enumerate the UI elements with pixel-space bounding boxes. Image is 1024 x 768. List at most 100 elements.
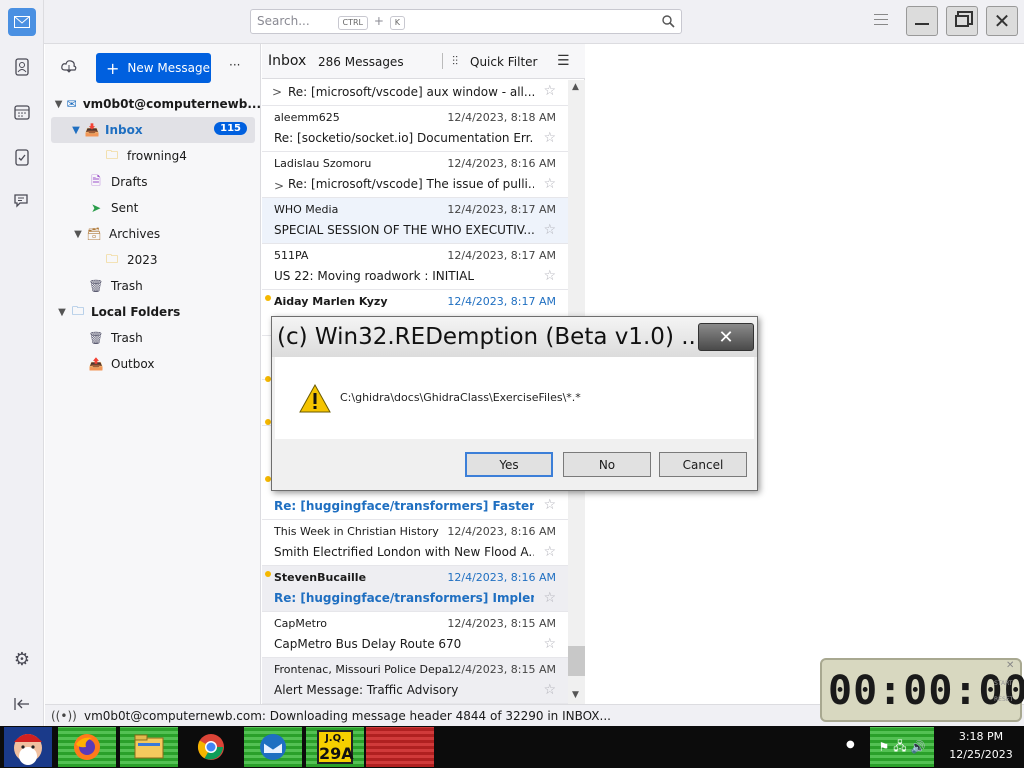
quick-filter-button[interactable]: Quick Filter [470, 55, 537, 69]
outbox-icon: 📤 [88, 357, 104, 371]
chat-button[interactable] [8, 187, 36, 215]
folder-icon: 🗀 [71, 303, 84, 318]
message-row[interactable]: Frontenac, Missouri Police Depa... 12/4/… [262, 658, 568, 704]
minimize-button[interactable] [906, 6, 938, 36]
scroll-up-icon[interactable]: ▲ [572, 82, 579, 92]
message-row[interactable]: This Week in Christian History 12/4/2023… [262, 520, 568, 566]
taskbar-thunderbird[interactable] [244, 727, 302, 767]
folder-trash-label: Trash [111, 279, 143, 293]
account-icon: ✉ [66, 97, 77, 111]
account-row[interactable]: ▼ ✉ vm0b0t@computernewb... [45, 91, 261, 117]
scroll-thumb[interactable] [568, 646, 585, 676]
chrome-icon [197, 734, 224, 760]
taskbar-clock[interactable]: 3:18 PM 12/25/2023 [940, 728, 1022, 764]
message-date: 12/4/2023, 8:16 AM [447, 157, 556, 170]
star-icon[interactable]: ☆ [543, 222, 556, 238]
mail-space-button[interactable] [8, 8, 36, 36]
cancel-button[interactable]: Cancel [659, 452, 747, 477]
start-button[interactable] [4, 727, 52, 767]
system-tray[interactable]: ⚑ 🖧 🔊 [870, 727, 934, 767]
dialog-close-button[interactable]: ✕ [698, 323, 754, 351]
calendar-icon [14, 105, 30, 120]
clock-time: 3:18 PM [958, 730, 1004, 743]
message-date: 12/4/2023, 8:17 AM [447, 249, 556, 262]
folder-frowning4-label: frowning4 [127, 149, 187, 163]
collapse-spaces-button[interactable] [8, 690, 36, 718]
scroll-down-icon[interactable]: ▼ [572, 690, 579, 700]
local-folder-outbox[interactable]: 📤 Outbox [45, 351, 261, 377]
chevron-down-icon: ▼ [54, 98, 63, 110]
folder-archives[interactable]: ▼ 🗃 Archives [45, 221, 261, 247]
spaces-toolbar: ⚙ [0, 0, 44, 726]
local-folders-row[interactable]: ▼ 🗀 Local Folders [45, 299, 261, 325]
jq-icon: J.Q. 29A [317, 730, 354, 764]
restore-button[interactable] [946, 6, 978, 36]
settings-button[interactable]: ⚙ [8, 645, 36, 673]
message-row[interactable]: > Re: [microsoft/vscode] aux window - al… [262, 80, 568, 106]
message-from: CapMetro [274, 617, 327, 630]
get-messages-button[interactable] [61, 58, 77, 77]
new-message-label: New Message [127, 61, 210, 75]
search-input[interactable]: Search... CTRL + K [250, 9, 682, 34]
folder-2023[interactable]: 🗀 2023 [45, 247, 261, 273]
no-button[interactable]: No [563, 452, 651, 477]
folder-drafts[interactable]: 🗎 Drafts [45, 169, 261, 195]
star-icon[interactable]: ☆ [543, 544, 556, 560]
address-book-button[interactable] [8, 53, 36, 81]
folder-inbox[interactable]: ▼ 📥 Inbox 115 [51, 117, 255, 143]
message-subject: SPECIAL SESSION OF THE WHO EXECUTIV... [274, 223, 534, 237]
message-row[interactable]: StevenBucaille 12/4/2023, 8:16 AM Re: [h… [262, 566, 568, 612]
taskbar-chrome[interactable] [182, 727, 240, 767]
sent-icon: ➤ [90, 201, 102, 215]
close-icon[interactable]: ✕ [1006, 660, 1014, 671]
chevron-down-icon: ▼ [74, 228, 82, 240]
collapse-icon [14, 698, 29, 710]
new-message-button[interactable]: + New Message [96, 53, 211, 83]
star-icon[interactable]: ☆ [543, 497, 556, 513]
local-folder-trash[interactable]: 🗑 Trash [45, 325, 261, 351]
shortcut-plus: + [373, 14, 384, 28]
timer-reset-button[interactable]: RESET [994, 696, 1013, 703]
close-window-button[interactable]: ✕ [986, 6, 1018, 36]
unread-dot [265, 571, 271, 577]
taskbar-firefox[interactable] [58, 727, 116, 767]
trash-icon: 🗑 [88, 331, 104, 345]
message-row[interactable]: 511PA 12/4/2023, 8:17 AM US 22: Moving r… [262, 244, 568, 290]
address-book-icon [15, 58, 29, 76]
list-options-icon[interactable]: ☰ [557, 53, 570, 69]
yes-button[interactable]: Yes [465, 452, 553, 477]
star-icon[interactable]: ☆ [543, 682, 556, 698]
taskbar-jq-app[interactable]: J.Q. 29A [306, 727, 364, 767]
folder-trash[interactable]: 🗑 Trash [45, 273, 261, 299]
folder-sent[interactable]: ➤ Sent [45, 195, 261, 221]
star-icon[interactable]: ☆ [543, 130, 556, 146]
taskbar-active-window[interactable] [366, 727, 434, 767]
message-subject: Re: [huggingface/transformers] Implem... [274, 591, 534, 605]
chat-icon [14, 194, 28, 208]
tasks-button[interactable] [8, 143, 36, 171]
message-row[interactable]: CapMetro 12/4/2023, 8:15 AM CapMetro Bus… [262, 612, 568, 658]
folder-icon: 🗀 [105, 147, 118, 162]
filter-icon: ⫶⫶ [452, 54, 459, 68]
star-icon[interactable]: ☆ [543, 83, 556, 99]
search-icon[interactable] [662, 15, 675, 28]
timer-start-button[interactable]: START [994, 680, 1013, 687]
drafts-icon: 🗎 [91, 173, 101, 188]
dialog-body: C:\ghidra\docs\GhidraClass\ExerciseFiles… [275, 357, 754, 439]
message-subject: Smith Electrified London with New Flood … [274, 545, 534, 559]
star-icon[interactable]: ☆ [543, 176, 556, 192]
message-row[interactable]: WHO Media 12/4/2023, 8:17 AM SPECIAL SES… [262, 198, 568, 244]
unread-count-badge: 115 [214, 122, 247, 135]
tasks-icon [15, 149, 29, 166]
taskbar-explorer[interactable] [120, 727, 178, 767]
close-icon: ✕ [993, 9, 1011, 33]
message-row[interactable]: aleemm625 12/4/2023, 8:18 AM Re: [socket… [262, 106, 568, 152]
folder-frowning4[interactable]: 🗀 frowning4 [45, 143, 261, 169]
message-row[interactable]: Ladislau Szomoru 12/4/2023, 8:16 AM > Re… [262, 152, 568, 198]
star-icon[interactable]: ☆ [543, 636, 556, 652]
star-icon[interactable]: ☆ [543, 268, 556, 284]
folder-pane-menu-button[interactable]: ··· [229, 58, 240, 72]
calendar-button[interactable] [8, 98, 36, 126]
star-icon[interactable]: ☆ [543, 590, 556, 606]
app-menu-icon[interactable] [874, 14, 888, 25]
